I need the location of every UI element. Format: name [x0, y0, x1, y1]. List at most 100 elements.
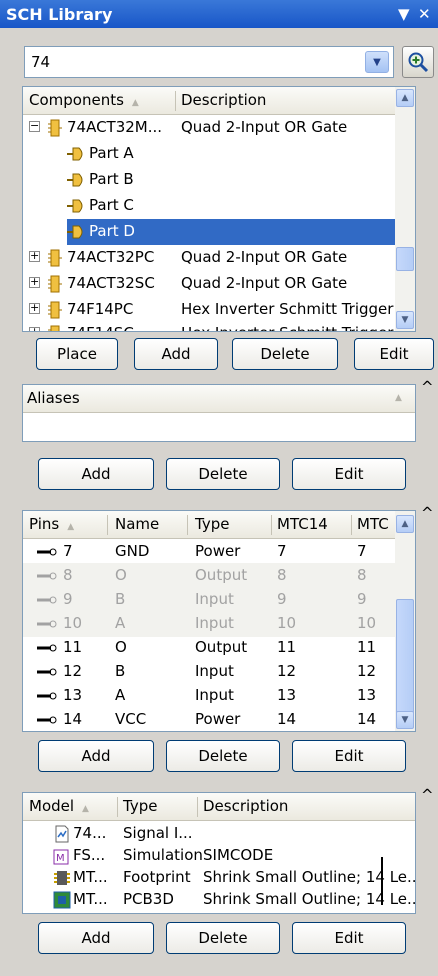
model-description: Shrink Small Outline; 14 Le... [203, 868, 416, 886]
models-list[interactable]: Model ▲ Type Description 74... Signal I..… [22, 792, 416, 914]
panel-menu-dropdown-icon[interactable]: ▼ [398, 5, 410, 23]
model-type: PCB3D [123, 890, 174, 908]
footprint-icon [54, 871, 70, 885]
model-row[interactable]: MT... PCB3D Shrink Small Outline; 14 Le.… [23, 889, 415, 911]
sort-icon: ▲ [395, 393, 402, 403]
pin-number: 7 [63, 542, 73, 560]
column-name[interactable]: Name [115, 515, 159, 533]
collapse-aliases-icon[interactable]: ^ [421, 378, 434, 396]
pins-list[interactable]: Pins ▲ Name Type MTC14 MTC 7 GND Power 7 … [22, 510, 416, 732]
pin-mtc: 12 [357, 662, 377, 680]
scroll-thumb[interactable] [396, 247, 414, 271]
model-type: Signal I... [123, 824, 193, 842]
scroll-thumb[interactable] [396, 599, 414, 717]
pin-add-button[interactable]: Add [38, 740, 154, 772]
sort-icon: ▲ [131, 98, 139, 108]
component-name: 74F14PC [67, 300, 134, 318]
collapse-models-icon[interactable]: ^ [421, 786, 434, 804]
component-row[interactable]: + 74ACT32SC Quad 2-Input OR Gate [23, 271, 397, 297]
pin-name: B [115, 662, 126, 680]
component-edit-button[interactable]: Edit [354, 338, 434, 370]
pin-delete-button[interactable]: Delete [166, 740, 280, 772]
part-gate-icon [67, 147, 83, 161]
pin-type: Power [195, 710, 241, 728]
pin-row[interactable]: 14 VCC Power 14 14 [23, 707, 397, 731]
filter-dropdown-icon[interactable]: ▼ [365, 51, 389, 73]
pin-name: GND [115, 542, 150, 560]
scroll-down-icon[interactable]: ▼ [396, 711, 414, 729]
alias-delete-button[interactable]: Delete [166, 458, 280, 490]
components-list[interactable]: Components ▲ Description − 74ACT32M... Qu… [22, 86, 416, 332]
model-name: FS... [73, 846, 106, 864]
collapse-pins-icon[interactable]: ^ [421, 504, 434, 522]
pin-row-hidden[interactable]: 8 O Output 8 8 [23, 563, 397, 589]
collapse-icon[interactable]: − [29, 120, 40, 132]
component-part-row[interactable]: Part B [23, 167, 397, 193]
components-scrollbar[interactable]: ▲ ▼ [395, 87, 415, 331]
pin-row[interactable]: 7 GND Power 7 7 [23, 539, 397, 565]
component-icon [48, 119, 62, 137]
model-row[interactable]: 74... Signal I... [23, 823, 415, 845]
model-add-button[interactable]: Add [38, 922, 154, 954]
pin-mtc14: 13 [277, 686, 297, 704]
component-name: 74ACT32PC [67, 248, 155, 266]
scroll-up-icon[interactable]: ▲ [396, 515, 414, 533]
pin-row-hidden[interactable]: 10 A Input 10 10 [23, 611, 397, 637]
column-model[interactable]: Model ▲ [29, 797, 89, 815]
aliases-list[interactable]: Aliases ▲ [22, 384, 416, 442]
alias-edit-button[interactable]: Edit [292, 458, 406, 490]
pin-icon [37, 668, 57, 676]
pcb3d-icon [53, 891, 71, 909]
column-type[interactable]: Type [123, 797, 157, 815]
pin-edit-button[interactable]: Edit [292, 740, 406, 772]
column-aliases[interactable]: Aliases [27, 389, 80, 407]
component-row[interactable]: + 74ACT32PC Quad 2-Input OR Gate [23, 245, 397, 271]
component-part-row[interactable]: Part C [23, 193, 397, 219]
component-delete-button[interactable]: Delete [232, 338, 338, 370]
expand-icon[interactable]: + [29, 250, 40, 262]
column-mtc14[interactable]: MTC14 [277, 515, 328, 533]
model-row[interactable]: MT... Footprint Shrink Small Outline; 14… [23, 867, 415, 889]
pin-number: 12 [63, 662, 83, 680]
pin-row[interactable]: 13 A Input 13 13 [23, 683, 397, 709]
column-type[interactable]: Type [195, 515, 229, 533]
zoom-search-button[interactable] [402, 46, 434, 78]
pin-row[interactable]: 12 B Input 12 12 [23, 659, 397, 685]
component-add-button[interactable]: Add [134, 338, 218, 370]
model-name: 74... [73, 824, 107, 842]
component-part-row[interactable]: Part A [23, 141, 397, 167]
part-label: Part C [89, 196, 134, 214]
pin-number: 9 [63, 590, 73, 608]
column-description[interactable]: Description [203, 797, 288, 815]
simulation-icon: M [53, 849, 69, 865]
column-description[interactable]: Description [181, 91, 266, 109]
model-delete-button[interactable]: Delete [166, 922, 280, 954]
expand-icon[interactable]: + [29, 276, 40, 288]
component-filter-value: 74 [31, 53, 51, 71]
model-edit-button[interactable]: Edit [292, 922, 406, 954]
pin-number: 8 [63, 566, 73, 584]
pin-type: Output [195, 566, 248, 584]
panel-close-icon[interactable]: ✕ [418, 5, 431, 23]
column-components[interactable]: Components ▲ [29, 91, 139, 109]
model-row[interactable]: M FS... Simulation SIMCODE [23, 845, 415, 867]
pin-mtc: 8 [357, 566, 367, 584]
pin-row-hidden[interactable]: 9 B Input 9 9 [23, 587, 397, 613]
pins-scrollbar[interactable]: ▲ ▼ [395, 511, 415, 731]
component-row[interactable]: + 74F14SC Hex Inverter Schmitt Trigger [23, 321, 397, 331]
pin-row[interactable]: 11 O Output 11 11 [23, 635, 397, 661]
alias-add-button[interactable]: Add [38, 458, 154, 490]
component-row[interactable]: + 74F14PC Hex Inverter Schmitt Trigger [23, 297, 397, 323]
component-part-row-selected[interactable]: Part D [67, 219, 397, 245]
scroll-down-icon[interactable]: ▼ [396, 311, 414, 329]
expand-icon[interactable]: + [29, 302, 40, 314]
place-button[interactable]: Place [36, 338, 118, 370]
component-filter-combobox[interactable]: 74 ▼ [24, 46, 394, 78]
column-pins[interactable]: Pins ▲ [29, 515, 74, 533]
scroll-up-icon[interactable]: ▲ [396, 89, 414, 107]
component-row[interactable]: − 74ACT32M... Quad 2-Input OR Gate [23, 115, 397, 141]
expand-icon[interactable]: + [29, 326, 40, 331]
column-mtc[interactable]: MTC [357, 515, 389, 533]
pin-name: O [115, 566, 127, 584]
components-header: Components ▲ Description [23, 87, 415, 115]
